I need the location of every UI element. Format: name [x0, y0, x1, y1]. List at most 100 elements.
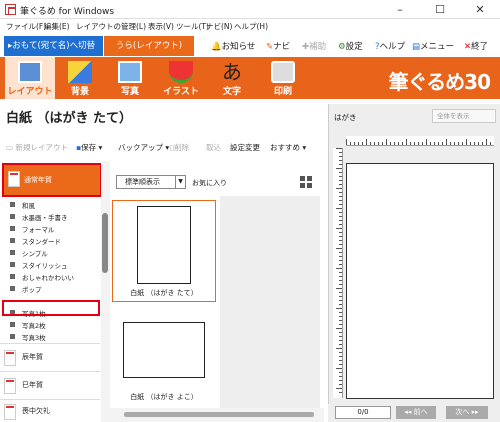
- category-text[interactable]: あ 文字: [207, 57, 257, 99]
- change-settings-button[interactable]: 設定変更: [230, 142, 260, 153]
- backup-button[interactable]: バックアップ ▾: [118, 142, 169, 153]
- ruler-tick: [339, 336, 342, 337]
- ruler-tick: [339, 156, 342, 157]
- category-background[interactable]: 背景: [55, 57, 105, 99]
- card-thumb-icon: [4, 378, 16, 394]
- printer-icon: [271, 61, 295, 83]
- favorites-button[interactable]: お気に入り: [192, 178, 227, 188]
- subcategory-item[interactable]: おしゃれかわいい: [22, 272, 74, 282]
- recommend-button[interactable]: おすすめ ▾: [270, 142, 306, 153]
- subcategory-item[interactable]: シンプル: [22, 248, 48, 258]
- category-mourning[interactable]: 喪中欠礼: [0, 399, 100, 422]
- ruler-tick: [339, 236, 342, 237]
- subcategory-item[interactable]: スタンダード: [22, 236, 61, 246]
- ruler-tick: [386, 139, 387, 145]
- bell-icon: 🔔: [211, 42, 222, 52]
- menu-view[interactable]: 表示(V): [148, 21, 174, 32]
- list-scroll-thumb[interactable]: [102, 213, 108, 273]
- ruler-tick: [339, 264, 342, 265]
- navi-button[interactable]: ✎ナビ: [266, 40, 290, 52]
- ruler-tick: [430, 142, 431, 145]
- category-mi-newyear[interactable]: 巳年賀: [0, 371, 100, 399]
- next-label: 次へ: [455, 408, 470, 416]
- ruler-tick: [336, 208, 342, 209]
- subcategory-item[interactable]: スタイリッシュ: [22, 260, 68, 270]
- subcategory-item[interactable]: 写真3枚: [22, 332, 46, 342]
- news-button[interactable]: 🔔お知らせ: [211, 40, 255, 52]
- next-page-button[interactable]: 次へ ▸▸: [446, 406, 488, 419]
- category-tatsu-newyear[interactable]: 辰年賀: [0, 343, 100, 371]
- maximize-button[interactable]: ☐: [420, 0, 460, 19]
- grid-view-icon[interactable]: [300, 176, 312, 188]
- card-thumb-icon: [4, 350, 16, 366]
- view-mode-select[interactable]: 標準順表示 ▼: [116, 175, 186, 189]
- category-layout[interactable]: レイアウト: [5, 57, 55, 99]
- switch-front-button[interactable]: ▸おもて(宛て名)へ切替: [4, 36, 103, 56]
- new-doc-icon: ▭: [6, 143, 14, 152]
- category-print[interactable]: 印刷: [258, 57, 308, 99]
- ruler-tick: [339, 224, 342, 225]
- assist-label: 補助: [309, 42, 327, 52]
- minimize-button[interactable]: –: [380, 0, 420, 19]
- ruler-tick: [339, 216, 342, 217]
- backup-label: バックアップ: [118, 143, 163, 152]
- new-layout-button[interactable]: ▭ 新規レイアウト: [6, 142, 68, 153]
- ruler-tick: [339, 204, 342, 205]
- exit-button[interactable]: ✕終了: [464, 40, 488, 52]
- list-scrollbar[interactable]: [101, 161, 110, 422]
- ruler-tick: [434, 142, 435, 145]
- template-card-landscape[interactable]: 白紙 （はがき よこ）: [112, 306, 216, 406]
- menu-file[interactable]: ファイル(F): [6, 21, 46, 32]
- import-button[interactable]: 取込: [206, 142, 221, 153]
- prev-page-button[interactable]: ◂◂ 前へ: [396, 406, 436, 419]
- landscape-paper-thumb: [123, 322, 205, 378]
- settings-button[interactable]: ⚙設定: [338, 40, 363, 52]
- category-illust[interactable]: イラスト: [156, 57, 206, 99]
- category-photo[interactable]: 写真: [105, 57, 155, 99]
- menu-help[interactable]: ヘルプ(H): [234, 21, 268, 32]
- help-button[interactable]: ?ヘルプ: [375, 40, 405, 52]
- ruler-tick: [394, 142, 395, 145]
- subcategory-item[interactable]: 和風: [22, 200, 35, 210]
- ruler-tick: [406, 139, 407, 145]
- subcategory-item[interactable]: ポップ: [22, 284, 42, 294]
- delete-button[interactable]: ▯削除: [170, 142, 189, 153]
- preview-page[interactable]: [346, 163, 494, 399]
- close-button[interactable]: ✕: [460, 0, 500, 19]
- ruler-vertical: [333, 148, 343, 398]
- subcategory-item[interactable]: 水墨画・手書き: [22, 212, 68, 222]
- category-normal-newyear[interactable]: 通常年賀: [2, 163, 102, 197]
- ruler-tick: [370, 142, 371, 145]
- ruler-tick: [339, 320, 342, 321]
- ruler-tick: [442, 142, 443, 145]
- ruler-tick: [450, 142, 451, 145]
- subcategory-item[interactable]: 写真2枚: [22, 320, 46, 330]
- assist-button[interactable]: ✚補助: [302, 40, 326, 52]
- menu-tools[interactable]: ツール(T): [176, 21, 209, 32]
- gear-icon: ⚙: [338, 42, 346, 52]
- ruler-tick: [446, 139, 447, 145]
- gallery-hscroll-thumb[interactable]: [124, 412, 314, 417]
- tab-back-layout[interactable]: うら(レイアウト): [104, 36, 194, 56]
- ruler-tick: [339, 240, 342, 241]
- save-button[interactable]: ▪保存 ▾: [76, 142, 102, 153]
- window-title: 筆ぐるめ for Windows: [20, 7, 115, 17]
- ruler-tick: [339, 172, 342, 173]
- subcategory-item[interactable]: フォーマル: [22, 224, 55, 234]
- menu-bar: ファイル(F) 編集(E) レイアウトの管理(L) 表示(V) ツール(T) ナ…: [0, 19, 500, 33]
- category-tatsu-label: 辰年賀: [22, 353, 43, 361]
- menu-layout-manage[interactable]: レイアウトの管理(L): [76, 21, 146, 32]
- zoom-select[interactable]: 全体を表示: [432, 109, 496, 123]
- ruler-tick: [339, 384, 342, 385]
- menu-button[interactable]: ▤メニュー: [412, 40, 454, 52]
- template-card-portrait[interactable]: 白紙 （はがき たて）: [112, 200, 216, 302]
- category-mourning-label: 喪中欠礼: [22, 407, 50, 415]
- ruler-tick: [336, 188, 342, 189]
- ruler-tick: [339, 296, 342, 297]
- menu-edit[interactable]: 編集(E): [44, 21, 70, 32]
- ruler-tick: [339, 332, 342, 333]
- ruler-tick: [482, 142, 483, 145]
- menu-navi[interactable]: ナビ(N): [206, 21, 232, 32]
- brush-char-icon: あ: [222, 60, 242, 84]
- ruler-tick: [336, 308, 342, 309]
